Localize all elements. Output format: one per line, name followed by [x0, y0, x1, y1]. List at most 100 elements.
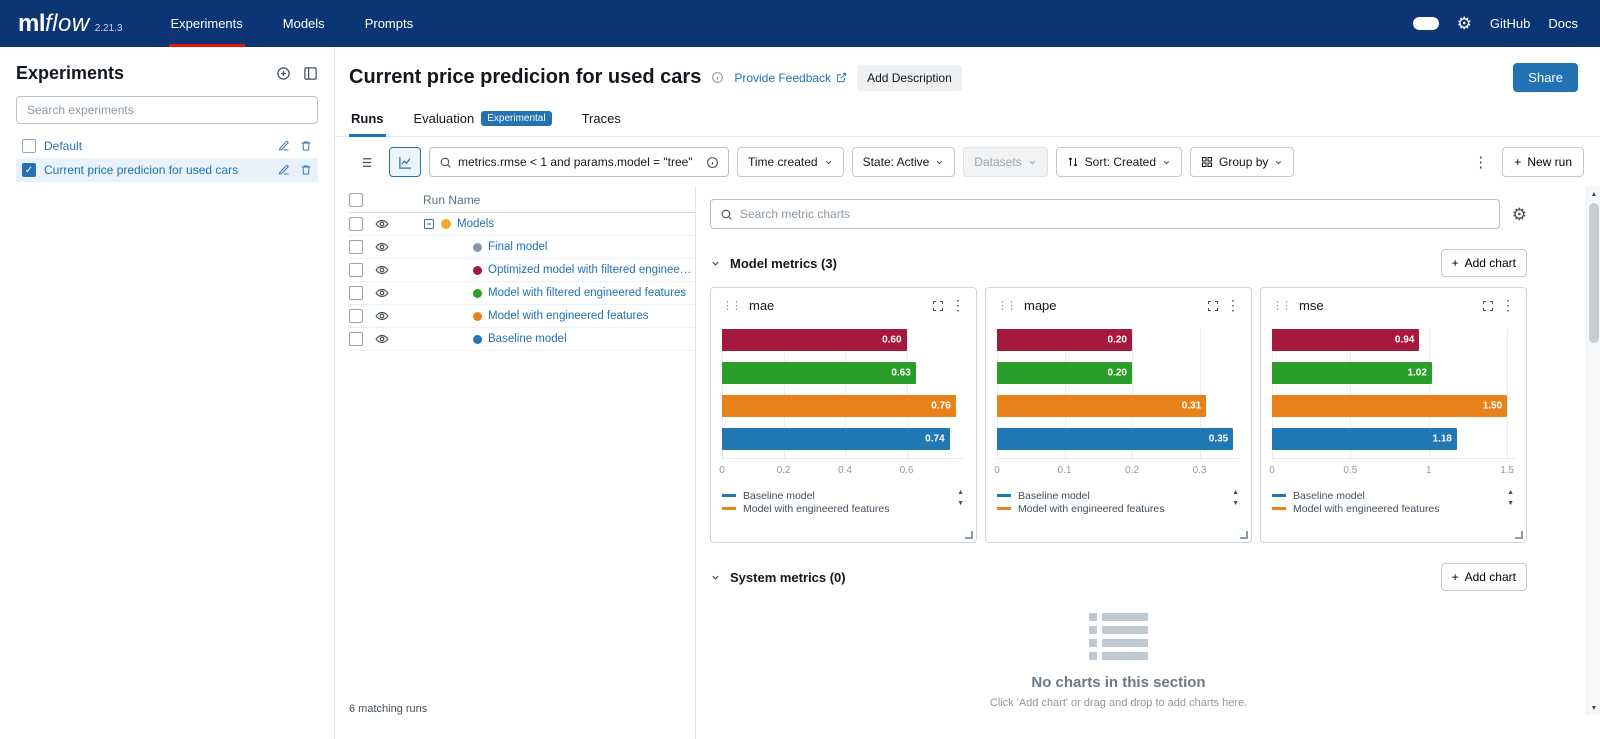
- table-row-models-group[interactable]: Models: [349, 213, 695, 236]
- run-name-link[interactable]: Model with filtered engineered features: [488, 287, 686, 299]
- bar-model-with-filtered-engineered-features[interactable]: 1.02: [1272, 362, 1432, 384]
- scrollbar-thumb[interactable]: [1589, 203, 1599, 343]
- experiment-name[interactable]: Default: [44, 139, 270, 153]
- add-description-button[interactable]: Add Description: [857, 65, 962, 91]
- visibility-eye-icon[interactable]: [375, 332, 389, 346]
- table-row-run[interactable]: Model with engineered features: [349, 305, 695, 328]
- list-view-button[interactable]: [349, 147, 381, 177]
- info-icon[interactable]: [711, 71, 724, 84]
- run-checkbox[interactable]: [349, 286, 363, 300]
- group-by-filter[interactable]: Group by: [1190, 147, 1294, 177]
- table-row-run[interactable]: Optimized model with filtered engineered…: [349, 259, 695, 282]
- visibility-eye-icon[interactable]: [375, 217, 389, 231]
- github-link[interactable]: GitHub: [1490, 16, 1530, 31]
- select-all-checkbox[interactable]: [349, 193, 363, 207]
- experiment-name[interactable]: Current price predicion for used cars: [44, 163, 270, 177]
- chart-menu-icon[interactable]: ⋮: [951, 297, 965, 314]
- drag-handle-icon[interactable]: ⋮⋮: [722, 299, 740, 312]
- run-checkbox[interactable]: [349, 217, 363, 231]
- legend-scroll-up-icon[interactable]: ▲: [1507, 489, 1514, 496]
- nav-item-prompts[interactable]: Prompts: [363, 0, 415, 47]
- table-row-run[interactable]: Baseline model: [349, 328, 695, 351]
- legend-item[interactable]: Baseline model: [722, 489, 949, 502]
- bar-optimized-model-with-filtered-engineered-features[interactable]: 0.60: [722, 329, 907, 351]
- settings-gear-icon[interactable]: ⚙: [1457, 15, 1472, 32]
- run-checkbox[interactable]: [349, 240, 363, 254]
- new-experiment-icon[interactable]: [276, 66, 291, 81]
- scroll-up-arrow[interactable]: ▲: [1587, 187, 1600, 201]
- run-checkbox[interactable]: [349, 309, 363, 323]
- bar-model-with-filtered-engineered-features[interactable]: 0.20: [997, 362, 1132, 384]
- state-filter[interactable]: State: Active: [852, 147, 956, 177]
- legend-item[interactable]: Baseline model: [1272, 489, 1499, 502]
- delete-experiment-icon[interactable]: [300, 140, 312, 152]
- visibility-eye-icon[interactable]: [375, 263, 389, 277]
- resize-handle[interactable]: [1515, 531, 1523, 539]
- add-chart-button[interactable]: +Add chart: [1441, 563, 1527, 591]
- experiment-row-default[interactable]: Default: [16, 134, 318, 158]
- metric-chart-search-input[interactable]: [740, 207, 1490, 221]
- query-info-icon[interactable]: [706, 156, 719, 169]
- delete-experiment-icon[interactable]: [300, 164, 312, 176]
- chart-menu-icon[interactable]: ⋮: [1226, 297, 1240, 314]
- run-name-link[interactable]: Final model: [488, 241, 547, 253]
- time-created-filter[interactable]: Time created: [737, 147, 844, 177]
- run-checkbox[interactable]: [349, 332, 363, 346]
- experiment-checkbox[interactable]: ✓: [22, 163, 36, 177]
- nav-item-experiments[interactable]: Experiments: [169, 0, 245, 47]
- tab-runs[interactable]: Runs: [349, 104, 386, 137]
- experiment-row-current[interactable]: ✓ Current price predicion for used cars: [16, 158, 318, 182]
- toolbar-overflow-icon[interactable]: ⋮: [1473, 155, 1488, 170]
- legend-scroll-down-icon[interactable]: ▼: [957, 500, 964, 507]
- legend-scroll-down-icon[interactable]: ▼: [1232, 500, 1239, 507]
- tab-evaluation[interactable]: Evaluation Experimental: [412, 104, 554, 137]
- run-name-link[interactable]: Baseline model: [488, 333, 567, 345]
- legend-item[interactable]: Model with engineered features: [1272, 502, 1499, 515]
- run-name-link[interactable]: Optimized model with filtered engineered…: [488, 264, 695, 276]
- vertical-scrollbar[interactable]: ▲ ▼: [1586, 187, 1600, 715]
- collapse-section-icon[interactable]: [710, 572, 721, 583]
- table-row-run[interactable]: Final model: [349, 236, 695, 259]
- visibility-eye-icon[interactable]: [375, 240, 389, 254]
- legend-item[interactable]: Model with engineered features: [722, 502, 949, 515]
- expand-chart-icon[interactable]: [1482, 300, 1494, 312]
- bar-baseline-model[interactable]: 0.74: [722, 428, 950, 450]
- new-run-button[interactable]: +New run: [1502, 147, 1584, 177]
- add-chart-button[interactable]: +Add chart: [1441, 249, 1527, 277]
- drag-handle-icon[interactable]: ⋮⋮: [997, 299, 1015, 312]
- bar-optimized-model-with-filtered-engineered-features[interactable]: 0.20: [997, 329, 1132, 351]
- collapse-sidebar-icon[interactable]: [303, 66, 318, 81]
- sort-filter[interactable]: Sort: Created: [1056, 147, 1182, 177]
- table-row-run[interactable]: Model with filtered engineered features: [349, 282, 695, 305]
- bar-model-with-engineered-features[interactable]: 0.76: [722, 395, 956, 417]
- visibility-eye-icon[interactable]: [375, 286, 389, 300]
- legend-scroll-up-icon[interactable]: ▲: [957, 489, 964, 496]
- nav-item-models[interactable]: Models: [281, 0, 327, 47]
- theme-toggle-icon[interactable]: [1413, 17, 1439, 30]
- legend-item[interactable]: Model with engineered features: [997, 502, 1224, 515]
- resize-handle[interactable]: [965, 531, 973, 539]
- drag-handle-icon[interactable]: ⋮⋮: [1272, 299, 1290, 312]
- run-group-link[interactable]: Models: [457, 218, 494, 230]
- experiment-search-input[interactable]: [16, 96, 318, 124]
- collapse-group-icon[interactable]: [423, 218, 435, 230]
- bar-model-with-engineered-features[interactable]: 0.31: [997, 395, 1206, 417]
- expand-chart-icon[interactable]: [1207, 300, 1219, 312]
- provide-feedback-link[interactable]: Provide Feedback: [734, 71, 847, 85]
- rename-experiment-icon[interactable]: [278, 164, 290, 176]
- docs-link[interactable]: Docs: [1548, 16, 1578, 31]
- expand-chart-icon[interactable]: [932, 300, 944, 312]
- run-checkbox[interactable]: [349, 263, 363, 277]
- chart-settings-gear-icon[interactable]: ⚙: [1512, 206, 1527, 223]
- bar-model-with-filtered-engineered-features[interactable]: 0.63: [722, 362, 916, 384]
- legend-item[interactable]: Baseline model: [997, 489, 1224, 502]
- share-button[interactable]: Share: [1513, 63, 1578, 92]
- chart-menu-icon[interactable]: ⋮: [1501, 297, 1515, 314]
- collapse-section-icon[interactable]: [710, 258, 721, 269]
- resize-handle[interactable]: [1240, 531, 1248, 539]
- bar-model-with-engineered-features[interactable]: 1.50: [1272, 395, 1507, 417]
- visibility-eye-icon[interactable]: [375, 309, 389, 323]
- legend-scroll-up-icon[interactable]: ▲: [1232, 489, 1239, 496]
- scroll-down-arrow[interactable]: ▼: [1587, 701, 1600, 715]
- bar-baseline-model[interactable]: 1.18: [1272, 428, 1457, 450]
